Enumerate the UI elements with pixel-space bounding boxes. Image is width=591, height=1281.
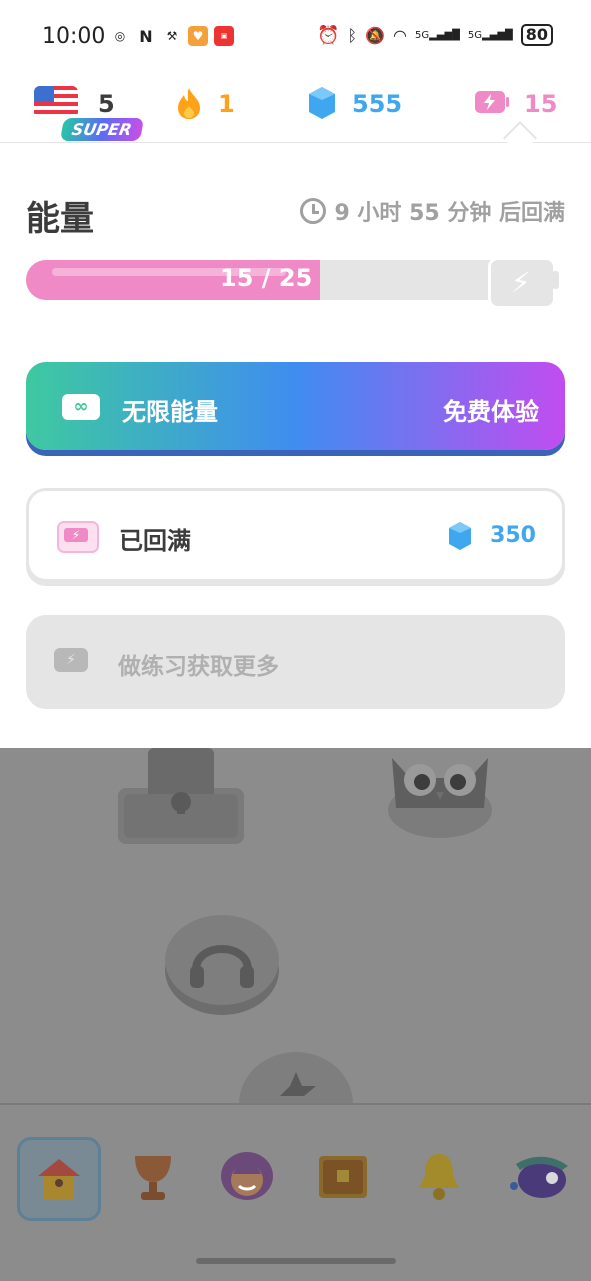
- bottom-nav: [0, 1103, 591, 1281]
- chest-icon: [319, 1156, 367, 1198]
- gem-icon: [449, 522, 471, 550]
- language-count: 5: [98, 90, 115, 118]
- signal-5g-icon: 5G▂▄▆█: [414, 29, 460, 41]
- panel-title: 能量: [26, 199, 94, 239]
- status-left-icons: ◎ N ⚒ ♥ ▣: [110, 26, 234, 46]
- app-icon: ◎: [114, 29, 126, 43]
- practice-label: 做练习获取更多: [118, 654, 279, 680]
- unlimited-energy-label: 无限能量: [122, 398, 218, 426]
- energy-full-battery-icon: ⚡: [488, 257, 556, 309]
- lesson-node-headphones-icon[interactable]: [164, 912, 280, 1016]
- trophy-icon: [135, 1156, 171, 1200]
- energy-icon[interactable]: [474, 90, 510, 114]
- xiaohongshu-icon: ▣: [214, 26, 234, 46]
- gem-count[interactable]: 555: [352, 90, 402, 118]
- signal-5g-label: 5G: [467, 29, 482, 41]
- battery-gray-icon: ⚡: [54, 648, 88, 672]
- profile-icon: [221, 1152, 273, 1200]
- mute-icon: 🔕: [365, 25, 385, 45]
- alarm-icon: ⏰: [317, 24, 340, 46]
- nav-notifications[interactable]: [400, 1137, 478, 1215]
- refill-price: 350: [490, 523, 536, 548]
- refill-timer: 9 小时 55 分钟 后回满: [300, 195, 565, 227]
- broom-icon: ⚒: [166, 29, 178, 43]
- refill-energy-button[interactable]: ⚡ 已回满 350: [26, 488, 565, 582]
- battery-indicator: 80: [520, 24, 553, 46]
- signal-5g-label: 5G: [414, 29, 430, 41]
- chest-node-icon[interactable]: [116, 748, 246, 846]
- clock-icon: [300, 198, 327, 224]
- refill-timer-text: 9 小时 55 分钟 后回满: [334, 201, 565, 226]
- star-node-icon[interactable]: [238, 1052, 354, 1104]
- nav-shop[interactable]: [304, 1137, 382, 1215]
- streak-count[interactable]: 1: [218, 90, 235, 118]
- nav-home[interactable]: [17, 1137, 101, 1221]
- nav-leaderboard[interactable]: [114, 1137, 192, 1215]
- energy-progress-text: 15 / 25: [220, 264, 313, 292]
- nav-profile[interactable]: [208, 1137, 286, 1215]
- bluetooth-icon: ᛒ: [347, 25, 358, 45]
- nfc-icon: N: [139, 26, 153, 46]
- bell-icon: [419, 1154, 459, 1200]
- wifi-icon: ◠: [392, 25, 407, 45]
- us-flag-icon[interactable]: [34, 86, 78, 118]
- top-stats-bar: 5 SUPER 1 555 15: [0, 76, 591, 144]
- signal-5g-icon: 5G▂▄▆█: [467, 29, 513, 41]
- status-time: 10:00: [42, 24, 106, 49]
- bolt-icon: ⚡: [511, 266, 531, 299]
- battery-refill-icon: ⚡: [57, 521, 99, 553]
- refill-label: 已回满: [119, 527, 191, 555]
- energy-count[interactable]: 15: [524, 90, 557, 118]
- energy-progress-bar: 15 / 25: [26, 260, 516, 300]
- battery-tip: [552, 271, 559, 289]
- heart-app-icon: ♥: [188, 26, 208, 46]
- status-right-icons: ⏰ ᛒ 🔕 ◠ 5G▂▄▆█ 5G▂▄▆█ 80: [317, 24, 553, 46]
- home-indicator[interactable]: [196, 1258, 396, 1264]
- super-badge[interactable]: SUPER: [59, 118, 144, 141]
- nav-more[interactable]: [500, 1137, 578, 1215]
- practice-for-energy-button[interactable]: ⚡ 做练习获取更多: [26, 615, 565, 709]
- status-bar: 10:00 ◎ N ⚒ ♥ ▣ ⏰ ᛒ 🔕 ◠ 5G▂▄▆█ 5G▂▄▆█ 80: [0, 0, 591, 76]
- gem-icon[interactable]: [308, 86, 336, 120]
- unlimited-energy-button[interactable]: ∞ 无限能量 免费体验: [26, 362, 565, 450]
- free-trial-label: 免费体验: [443, 398, 539, 426]
- owl-mascot-icon: [388, 758, 492, 838]
- more-icon: [510, 1156, 568, 1198]
- infinity-icon: ∞: [62, 394, 100, 420]
- flame-icon[interactable]: [176, 86, 202, 120]
- home-icon: [38, 1159, 80, 1200]
- energy-panel: 能量 9 小时 55 分钟 后回满 15 / 25 ⚡ ∞ 无限能量 免费体验 …: [0, 143, 591, 748]
